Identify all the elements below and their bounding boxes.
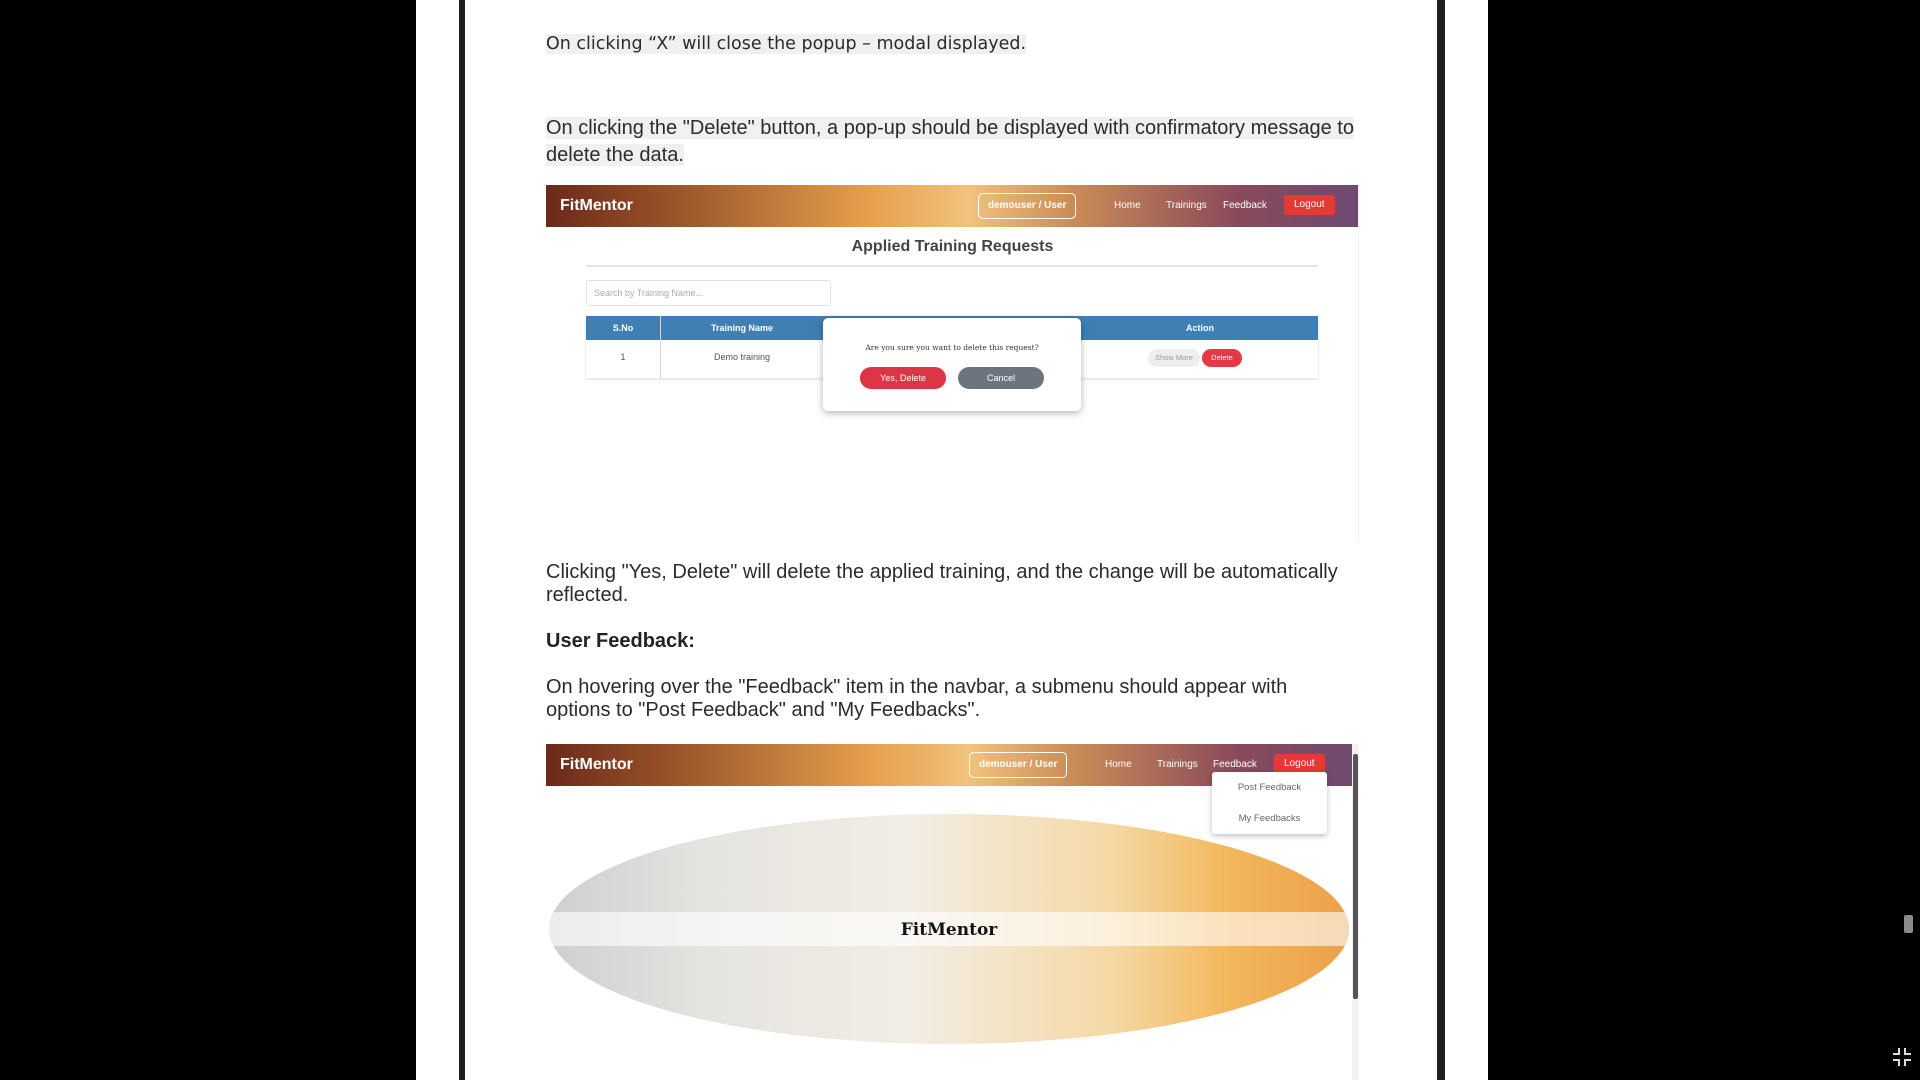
- paragraph-close-popup: On clicking “X” will close the popup – m…: [546, 30, 1356, 58]
- yes-delete-button[interactable]: Yes, Delete: [860, 367, 946, 389]
- exit-fullscreen-glyph: [1893, 1048, 1911, 1066]
- screenshot-scrollbar: [1352, 744, 1359, 1080]
- heading-user-feedback: User Feedback:: [546, 630, 695, 652]
- logout-button[interactable]: Logout: [1284, 195, 1335, 215]
- column-divider: [660, 316, 661, 378]
- confirm-delete-modal: Are you sure you want to delete this req…: [823, 318, 1081, 411]
- nav-trainings-link[interactable]: Trainings: [1166, 200, 1207, 211]
- submenu-post-feedback[interactable]: Post Feedback: [1212, 782, 1327, 793]
- nav-home-link[interactable]: Home: [1114, 200, 1141, 211]
- header-sno: S.No: [612, 323, 634, 333]
- page-border-left: [459, 0, 465, 1080]
- cell-training-name: Demo training: [713, 352, 771, 362]
- paragraph-delete-button: On clicking the "Delete" button, a pop-u…: [546, 115, 1356, 169]
- paragraph-feedback-hover: On hovering over the "Feedback" item in …: [546, 676, 1356, 722]
- viewer-scrollbar-thumb[interactable]: [1904, 915, 1913, 933]
- paragraph-delete-button-text: On clicking the "Delete" button, a pop-u…: [546, 117, 1354, 166]
- show-more-button[interactable]: Show More: [1148, 349, 1200, 367]
- delete-button[interactable]: Delete: [1202, 349, 1242, 367]
- nav-brand: FitMentor: [560, 197, 633, 214]
- screenshot-feedback-submenu: FitMentor demouser / User Home Trainings…: [546, 744, 1359, 1080]
- feedback-submenu: Post Feedback My Feedbacks: [1212, 772, 1327, 834]
- screenshot-scrollbar-thumb: [1353, 754, 1358, 999]
- nav-trainings-link[interactable]: Trainings: [1157, 759, 1198, 770]
- document-viewer: On clicking “X” will close the popup – m…: [0, 0, 1920, 1080]
- viewer-scrollbar[interactable]: [1897, 0, 1920, 1080]
- page-title: Applied Training Requests: [851, 238, 1054, 255]
- paragraph-feedback-hover-text: On hovering over the "Feedback" item in …: [546, 676, 1288, 721]
- nav-brand: FitMentor: [560, 756, 633, 773]
- page-border-right: [1437, 0, 1445, 1080]
- exit-fullscreen-icon[interactable]: [1887, 1046, 1917, 1076]
- cell-sno: 1: [620, 352, 626, 362]
- submenu-my-feedbacks[interactable]: My Feedbacks: [1212, 813, 1327, 824]
- nav-user-badge[interactable]: demouser / User: [969, 752, 1068, 778]
- nav-feedback-link[interactable]: Feedback: [1223, 200, 1267, 211]
- title-divider: [586, 265, 1318, 267]
- hero-image: FitMentor: [549, 814, 1349, 1044]
- screenshot-delete-confirmation: FitMentor demouser / User Home Trainings…: [546, 185, 1359, 542]
- paragraph-close-popup-text: On clicking “X” will close the popup – m…: [546, 34, 1027, 54]
- cancel-button[interactable]: Cancel: [958, 367, 1044, 389]
- search-input[interactable]: Search by Training Name...: [586, 280, 831, 306]
- nav-user-badge[interactable]: demouser / User: [978, 193, 1077, 219]
- header-action: Action: [1186, 323, 1214, 333]
- hero-title: FitMentor: [900, 920, 998, 940]
- navbar: FitMentor demouser / User Home Trainings…: [546, 185, 1358, 227]
- header-training-name: Training Name: [710, 323, 773, 333]
- modal-message: Are you sure you want to delete this req…: [865, 343, 1039, 352]
- nav-feedback-link[interactable]: Feedback: [1213, 759, 1257, 770]
- nav-home-link[interactable]: Home: [1105, 759, 1132, 770]
- paragraph-yes-delete-text: Clicking "Yes, Delete" will delete the a…: [546, 561, 1338, 606]
- paragraph-yes-delete: Clicking "Yes, Delete" will delete the a…: [546, 561, 1356, 607]
- logout-button[interactable]: Logout: [1274, 754, 1325, 774]
